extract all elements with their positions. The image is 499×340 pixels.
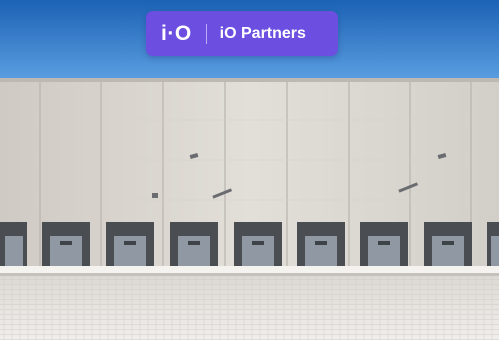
brand-name: iO Partners	[219, 24, 306, 42]
loading-docks	[0, 222, 499, 270]
dock-3	[106, 222, 154, 270]
dock-1	[0, 222, 27, 270]
dock-2	[42, 222, 90, 270]
dock-9	[487, 222, 499, 270]
platform-shadows	[0, 273, 499, 276]
io-logo: i·O	[161, 21, 192, 45]
dock-8	[424, 222, 472, 270]
dock-4	[170, 222, 218, 270]
brand-badge: i·O iO Partners	[146, 11, 338, 56]
roof-edge	[0, 78, 499, 82]
dock-6	[297, 222, 345, 270]
badge-divider	[205, 23, 207, 44]
dock-7	[360, 222, 408, 270]
dock-5	[234, 222, 282, 270]
pavement-texture	[0, 276, 499, 340]
dock-platforms	[0, 266, 499, 274]
